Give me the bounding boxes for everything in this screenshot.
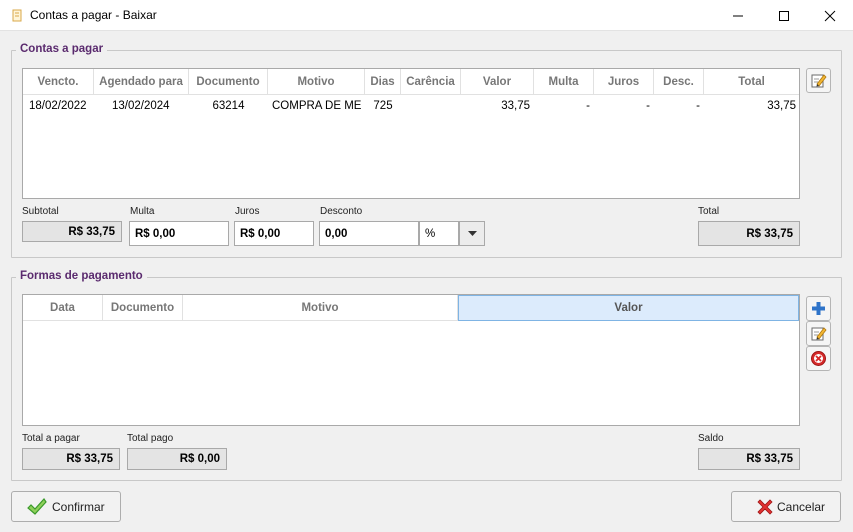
total-pago-label: Total pago (127, 433, 174, 444)
cell-documento: 63214 (212, 100, 245, 112)
maximize-button[interactable] (761, 0, 807, 31)
col-desc[interactable]: Desc. (654, 69, 704, 95)
col-documento[interactable]: Documento (189, 69, 268, 95)
edit-icon (811, 74, 827, 88)
cell-desc: - (696, 100, 700, 112)
desconto-type-dropdown[interactable] (459, 221, 485, 246)
contas-legend: Contas a pagar (16, 43, 108, 55)
cell-agendado: 13/02/2024 (112, 100, 170, 112)
minimize-button[interactable] (715, 0, 761, 31)
subtotal-label: Subtotal (22, 206, 59, 217)
multa-input[interactable]: R$ 0,00 (129, 221, 229, 246)
col-valor[interactable]: Valor (458, 295, 799, 321)
cancel-x-icon (757, 498, 773, 515)
col-data[interactable]: Data (23, 295, 103, 321)
edit-icon (811, 327, 827, 341)
total-pago-value: R$ 0,00 (127, 448, 227, 470)
saldo-label: Saldo (698, 433, 724, 444)
total-label: Total (698, 206, 720, 217)
window-title: Contas a pagar - Baixar (30, 8, 157, 22)
delete-forma-button[interactable] (806, 346, 831, 371)
juros-label: Juros (235, 206, 260, 217)
add-forma-button[interactable] (806, 296, 831, 321)
desconto-input[interactable]: 0,00 (319, 221, 419, 246)
cell-juros: - (646, 100, 650, 112)
formas-legend: Formas de pagamento (16, 270, 147, 282)
col-dias[interactable]: Dias (365, 69, 401, 95)
plus-icon (812, 302, 825, 315)
col-multa[interactable]: Multa (534, 69, 594, 95)
title-bar: Contas a pagar - Baixar (0, 0, 853, 31)
desconto-type-select[interactable]: % (419, 221, 459, 246)
cell-motivo: COMPRA DE MERCADORIAS (272, 100, 361, 112)
col-valor[interactable]: Valor (461, 69, 534, 95)
minimize-icon (733, 15, 743, 16)
col-motivo[interactable]: Motivo (183, 295, 458, 321)
col-juros[interactable]: Juros (594, 69, 654, 95)
edit-forma-button[interactable] (806, 321, 831, 346)
confirm-button[interactable]: Confirmar (11, 491, 121, 522)
cell-vencto: 18/02/2022 (29, 100, 87, 112)
total-value: R$ 33,75 (698, 221, 800, 246)
cell-valor: 33,75 (501, 100, 530, 112)
contas-table[interactable]: Vencto. Agendado para Documento Motivo D… (22, 68, 800, 199)
col-vencto[interactable]: Vencto. (23, 69, 94, 95)
cell-total: 33,75 (767, 100, 796, 112)
cancel-button[interactable]: Cancelar (731, 491, 841, 522)
formas-table[interactable]: Data Documento Motivo Valor (22, 294, 800, 426)
col-carencia[interactable]: Carência (401, 69, 461, 95)
total-a-pagar-value: R$ 33,75 (22, 448, 120, 470)
cell-carencia (401, 95, 461, 117)
app-icon (12, 9, 22, 22)
subtotal-value: R$ 33,75 (22, 221, 122, 242)
cell-dias: 725 (373, 100, 393, 112)
close-icon (824, 10, 836, 21)
col-motivo[interactable]: Motivo (268, 69, 365, 95)
total-a-pagar-label: Total a pagar (22, 433, 80, 444)
col-total[interactable]: Total (704, 69, 799, 95)
checkmark-icon (27, 497, 47, 515)
juros-input[interactable]: R$ 0,00 (234, 221, 314, 246)
confirm-label: Confirmar (52, 499, 105, 514)
saldo-value: R$ 33,75 (698, 448, 800, 470)
cell-multa: - (586, 100, 590, 112)
multa-label: Multa (130, 206, 155, 217)
close-button[interactable] (807, 0, 853, 31)
maximize-icon (779, 10, 789, 21)
cancel-label: Cancelar (777, 499, 826, 514)
chevron-down-icon (467, 230, 477, 236)
edit-conta-button[interactable] (806, 68, 831, 93)
desconto-label: Desconto (320, 206, 363, 217)
col-agendado[interactable]: Agendado para (94, 69, 189, 95)
delete-icon (811, 351, 826, 366)
col-documento[interactable]: Documento (103, 295, 183, 321)
